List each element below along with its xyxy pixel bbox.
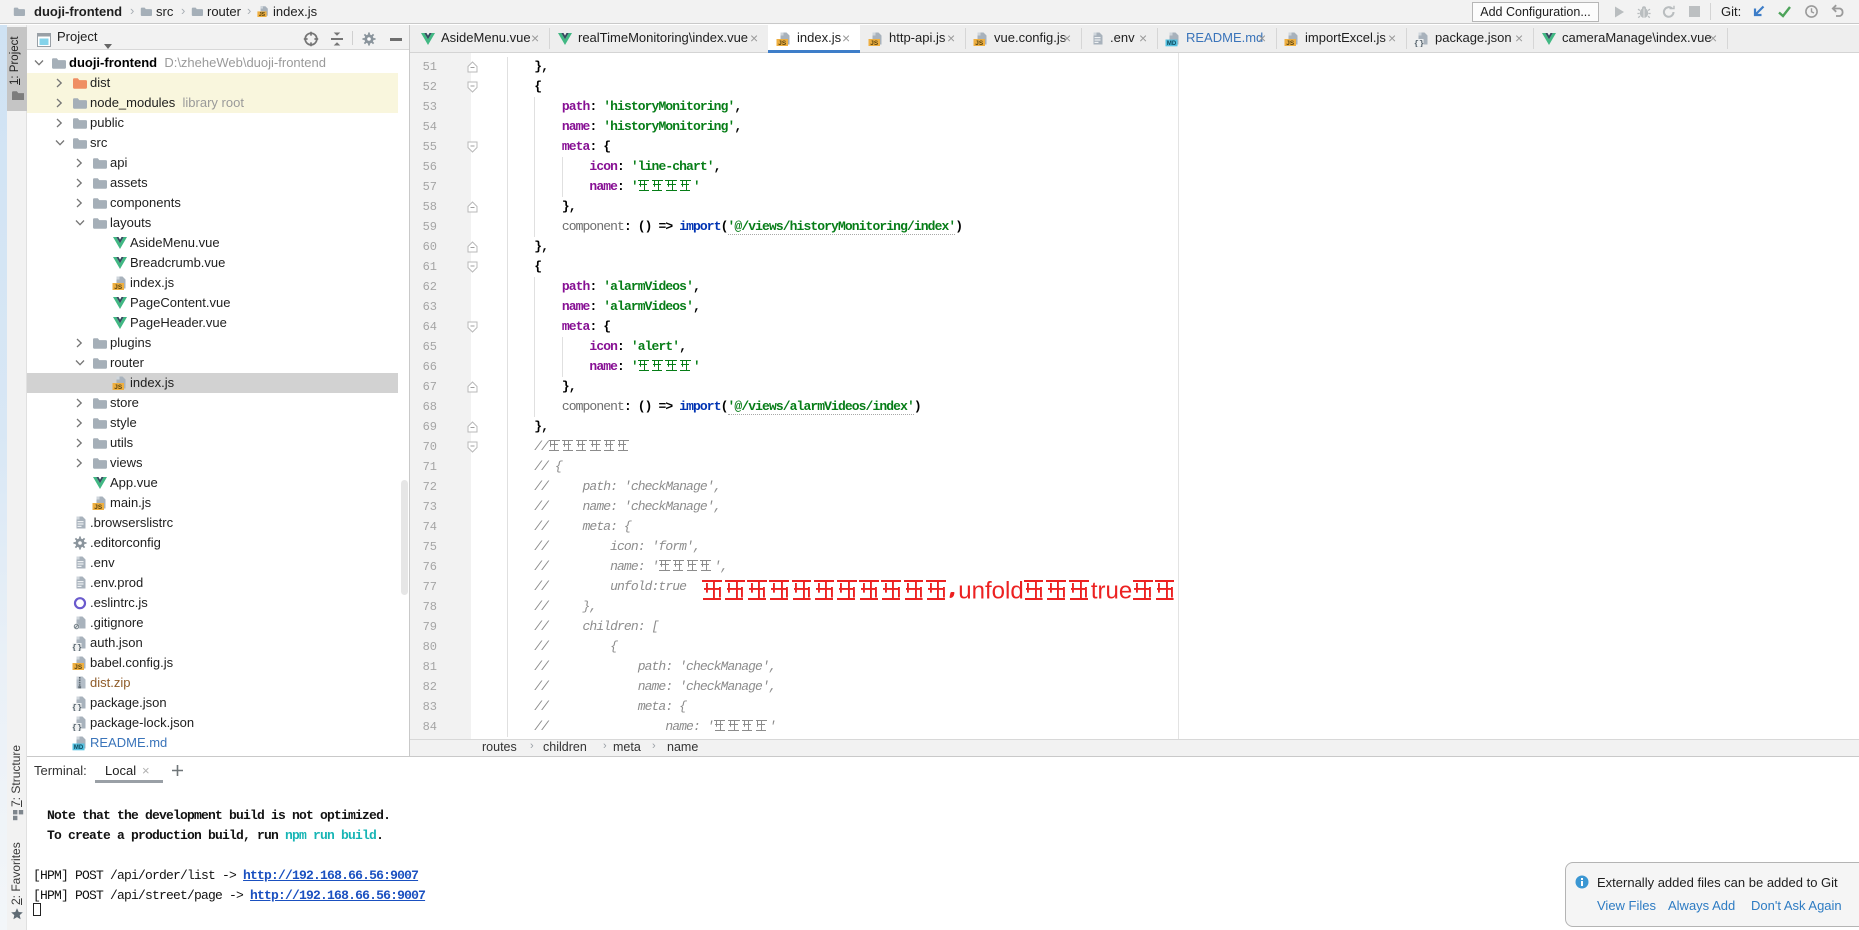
- svg-text:JS: JS: [259, 12, 266, 18]
- svg-text:JS: JS: [114, 384, 123, 391]
- svg-text:MD: MD: [74, 745, 84, 751]
- svg-text:{}: {}: [72, 643, 82, 651]
- svg-text:JS: JS: [114, 284, 123, 291]
- svg-text:{}: {}: [72, 723, 82, 731]
- svg-text:JS: JS: [975, 40, 984, 47]
- svg-text:JS: JS: [778, 40, 787, 47]
- svg-text:JS: JS: [1286, 40, 1295, 47]
- svg-text:{}: {}: [72, 703, 82, 711]
- svg-text:JS: JS: [870, 40, 879, 47]
- svg-text:MD: MD: [1167, 41, 1177, 47]
- svg-text:{}: {}: [1414, 39, 1424, 47]
- svg-text:JS: JS: [94, 504, 103, 511]
- svg-text:JS: JS: [74, 664, 83, 671]
